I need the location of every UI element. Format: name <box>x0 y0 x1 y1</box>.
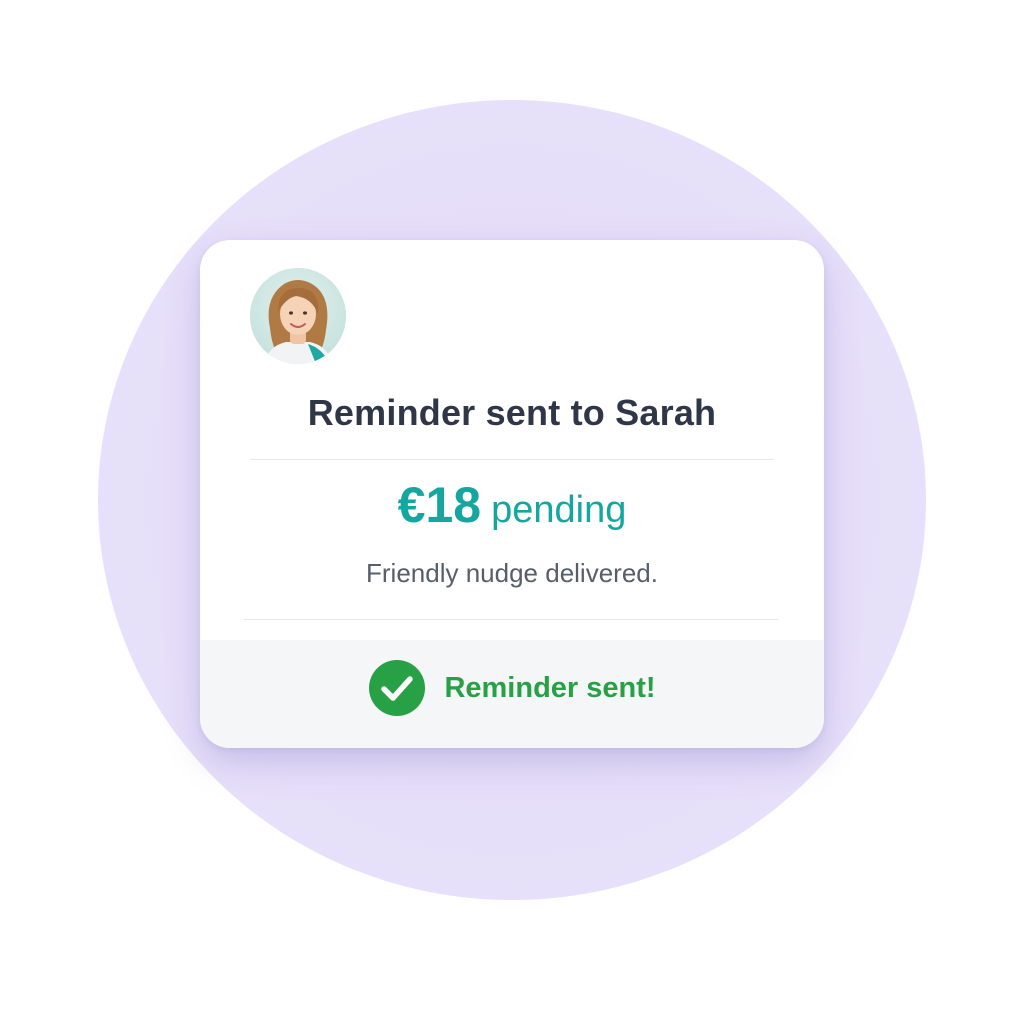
check-circle-icon <box>369 660 426 716</box>
avatar <box>250 268 346 364</box>
notification-title: Reminder sent to Sarah <box>307 392 717 433</box>
amount-value: €18 <box>397 477 482 533</box>
stage: Reminder sent to Sarah €18 pending Friend… <box>0 0 1024 1024</box>
divider <box>250 459 774 460</box>
status-text: Reminder sent! <box>444 671 656 704</box>
amount-status: pending <box>491 489 627 531</box>
status-footer: Reminder sent! <box>200 640 824 748</box>
pending-amount-row: €18 pending <box>200 476 824 534</box>
delivery-message: Friendly nudge delivered. <box>366 558 658 588</box>
status-badge: Reminder sent! <box>200 658 824 718</box>
notification-card: Reminder sent to Sarah €18 pending Friend… <box>200 240 824 748</box>
divider <box>244 619 778 620</box>
person-photo-avatar-icon <box>250 268 346 364</box>
